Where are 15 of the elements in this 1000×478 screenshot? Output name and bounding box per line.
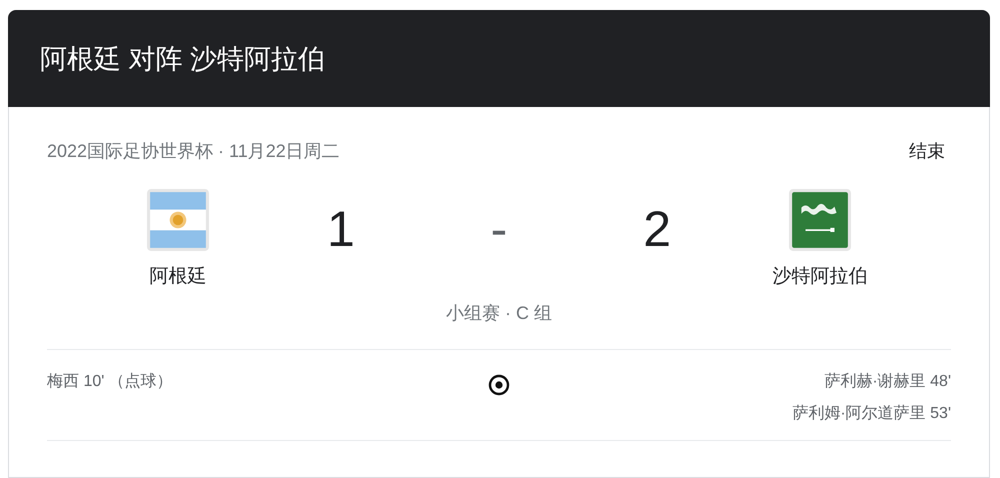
match-title: 阿根廷 对阵 沙特阿拉伯 bbox=[40, 42, 326, 76]
team-score: 2 bbox=[643, 200, 671, 259]
team-name: 沙特阿拉伯 bbox=[772, 265, 868, 289]
goal-scorer: 萨利姆·阿尔道萨里 53' bbox=[792, 404, 951, 424]
flag-icon bbox=[147, 189, 209, 251]
match-stage: 小组赛 · C 组 bbox=[445, 302, 553, 325]
soccer-ball-icon bbox=[488, 374, 510, 396]
match-status: 结束 bbox=[909, 140, 945, 163]
goal-scorer: 萨利赫·谢赫里 48' bbox=[824, 372, 951, 392]
team-score: 1 bbox=[327, 200, 355, 259]
team-name: 阿根廷 bbox=[150, 265, 206, 289]
score-separator: - bbox=[490, 200, 508, 259]
goal-scorer: 梅西 10' （点球） bbox=[47, 372, 173, 392]
match-info: 2022国际足协世界杯 · 11月22日周二 bbox=[47, 140, 340, 163]
flag-icon bbox=[789, 189, 851, 251]
